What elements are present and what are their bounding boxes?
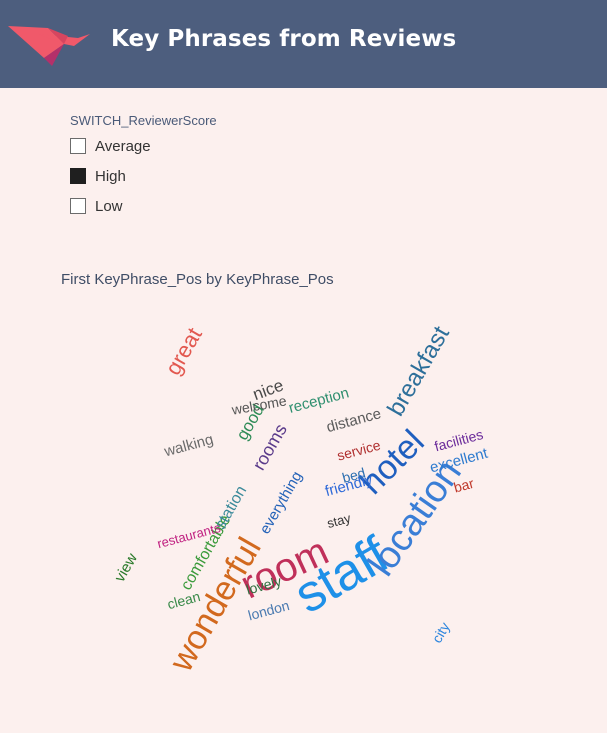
checkbox-high[interactable] bbox=[70, 168, 86, 184]
wordcloud-word[interactable]: view bbox=[111, 550, 141, 585]
app-header: Key Phrases from Reviews bbox=[0, 0, 607, 88]
slicer-option-high[interactable]: High bbox=[70, 166, 126, 186]
wordcloud-word[interactable]: reception bbox=[287, 384, 351, 416]
hummingbird-logo-icon bbox=[8, 26, 90, 66]
slicer-title: SWITCH_ReviewerScore bbox=[70, 113, 217, 128]
checkbox-low[interactable] bbox=[70, 198, 86, 214]
wordcloud-title: First KeyPhrase_Pos by KeyPhrase_Pos bbox=[61, 271, 334, 288]
slicer-option-label: Low bbox=[95, 197, 123, 215]
wordcloud-word[interactable]: great bbox=[160, 323, 207, 379]
checkbox-average[interactable] bbox=[70, 138, 86, 154]
slicer-option-label: High bbox=[95, 167, 126, 185]
wordcloud-word[interactable]: everything bbox=[256, 469, 305, 537]
wordcloud-word[interactable]: breakfast bbox=[382, 321, 455, 420]
slicer-option-average[interactable]: Average bbox=[70, 136, 151, 156]
slicer-option-label: Average bbox=[95, 137, 151, 155]
wordcloud-word[interactable]: stay bbox=[325, 510, 352, 531]
slicer-option-low[interactable]: Low bbox=[70, 196, 123, 216]
page-title: Key Phrases from Reviews bbox=[111, 26, 457, 52]
word-cloud: staffroom locationwonderfulhotelbreakfast… bbox=[111, 321, 490, 678]
wordcloud-word[interactable]: city bbox=[428, 619, 452, 645]
wordcloud-word[interactable]: distance bbox=[325, 405, 383, 436]
wordcloud-word[interactable]: walking bbox=[162, 431, 216, 461]
